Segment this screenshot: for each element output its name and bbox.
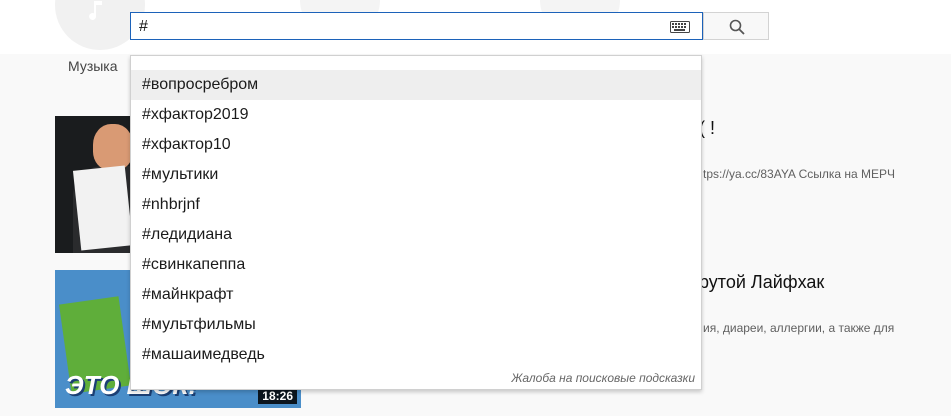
video-description: tps://ya.cc/83AYA Ссылка на МЕРЧ (703, 167, 896, 181)
masthead (0, 0, 951, 54)
suggestion-list: #вопросребром #хфактор2019 #хфактор10 #м… (131, 70, 701, 370)
search-icon (729, 19, 745, 35)
suggestion-item[interactable]: #вопросребром (131, 70, 701, 100)
search-button[interactable] (703, 12, 769, 40)
suggestion-item[interactable]: #хфактор2019 (131, 100, 701, 130)
suggestion-item[interactable]: #хфактор10 (131, 130, 701, 160)
thumbnail-drawing (72, 165, 134, 251)
suggestion-item[interactable]: #ледидиана (131, 220, 701, 250)
suggestion-item[interactable]: #мультики (131, 160, 701, 190)
report-suggestions-link[interactable]: Жалоба на поисковые подсказки (511, 371, 695, 385)
video-title[interactable]: рутой Лайфхак (699, 272, 824, 293)
search-suggestions-dropdown: #вопросребром #хфактор2019 #хфактор10 #м… (130, 55, 702, 390)
video-duration: 18:26 (258, 388, 297, 404)
search-box[interactable] (130, 12, 703, 40)
suggestion-item[interactable]: #свинкапеппа (131, 250, 701, 280)
search-input[interactable] (139, 17, 659, 37)
music-icon (89, 1, 102, 20)
suggestion-item[interactable]: #машаимедведь (131, 340, 701, 370)
suggestion-item[interactable]: #майнкрафт (131, 280, 701, 310)
keyboard-icon[interactable] (670, 21, 690, 33)
suggestion-item[interactable]: #nhbrjnf (131, 190, 701, 220)
suggestion-item[interactable]: #мультфильмы (131, 310, 701, 340)
thumbnail-face (93, 124, 133, 170)
tab-music[interactable]: Музыка (68, 58, 118, 74)
video-description: ия, диареи, аллергии, а также для (703, 321, 895, 335)
